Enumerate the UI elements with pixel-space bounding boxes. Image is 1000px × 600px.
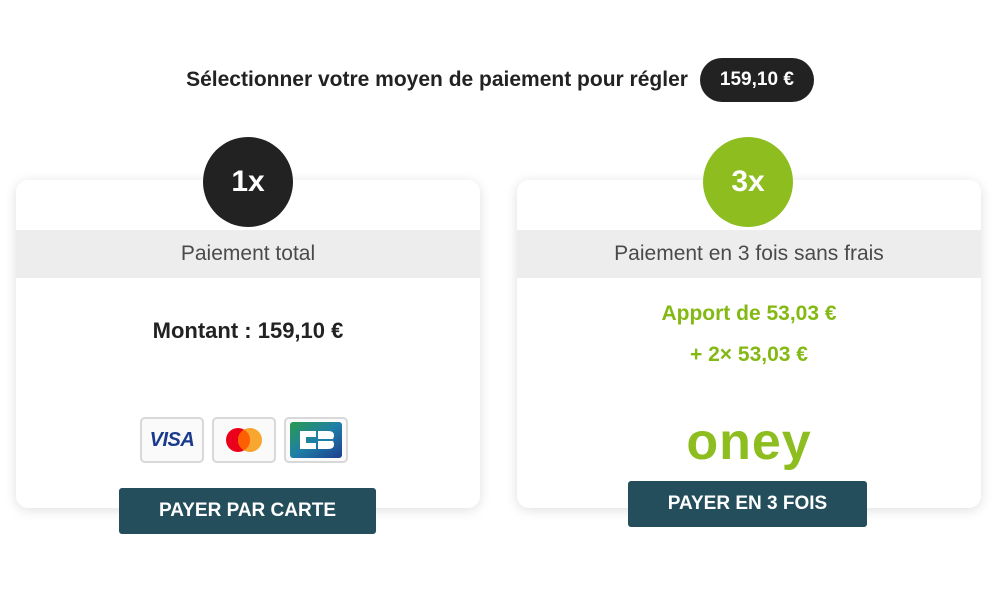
single-payment-card[interactable]: Paiement total Montant : 159,10 € VISA	[16, 180, 480, 508]
split-payment-deposit: Apport de 53,03 €	[661, 302, 837, 325]
single-payment-badge: 1x	[203, 137, 293, 227]
cb-icon	[290, 422, 342, 458]
single-payment-title: Paiement total	[16, 230, 480, 278]
pay-by-card-button[interactable]: PAYER PAR CARTE	[119, 488, 376, 534]
split-payment-badge: 3x	[703, 137, 793, 227]
mastercard-logo	[212, 417, 276, 463]
split-payment-title: Paiement en 3 fois sans frais	[517, 230, 981, 278]
payment-selection-page: Sélectionner votre moyen de paiement pou…	[0, 0, 1000, 600]
total-amount-badge: 159,10 €	[699, 58, 814, 102]
oney-logo: oney	[686, 413, 812, 471]
split-payment-installments: + 2× 53,03 €	[690, 343, 808, 366]
heading-text: Sélectionner votre moyen de paiement pou…	[186, 68, 688, 91]
payment-heading: Sélectionner votre moyen de paiement pou…	[0, 58, 1000, 102]
split-payment-card[interactable]: Paiement en 3 fois sans frais Apport de …	[517, 180, 981, 508]
visa-logo: VISA	[140, 417, 204, 463]
mastercard-icon	[226, 428, 262, 452]
cb-logo	[284, 417, 348, 463]
pay-in-3-button[interactable]: PAYER EN 3 FOIS	[628, 481, 867, 527]
visa-logo-text: VISA	[149, 428, 195, 451]
card-logos: VISA	[140, 417, 348, 463]
single-payment-amount: Montant : 159,10 €	[152, 318, 344, 343]
